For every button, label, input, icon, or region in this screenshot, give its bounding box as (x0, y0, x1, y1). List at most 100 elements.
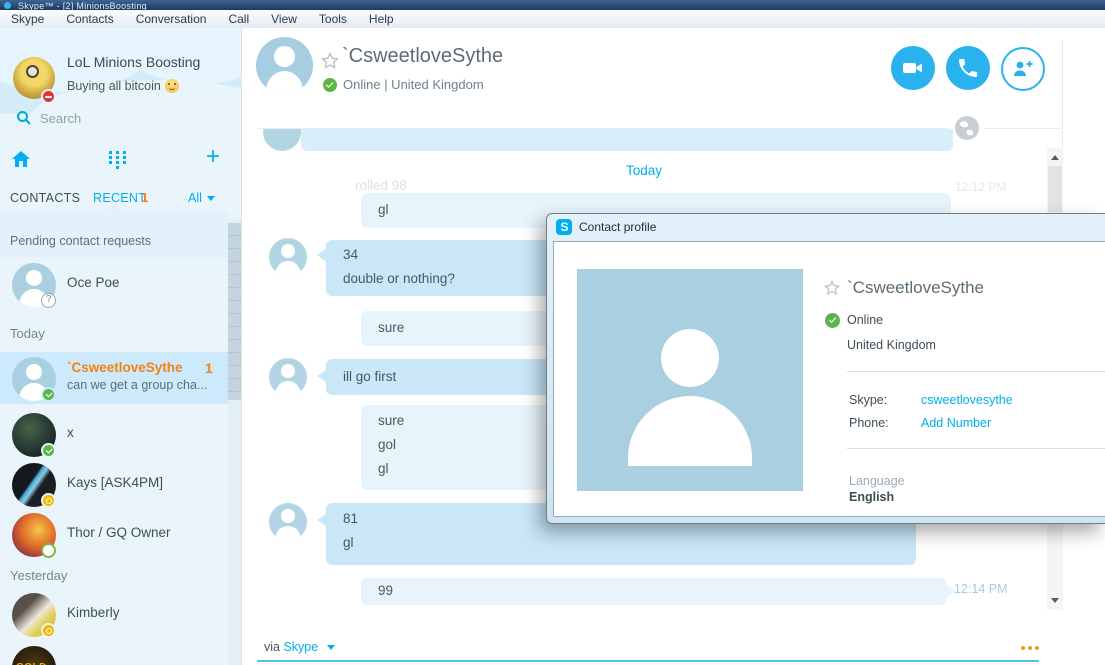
pending-requests-panel[interactable]: Pending contact requests (0, 203, 228, 258)
menu-bar: Skype Contacts Conversation Call View To… (0, 10, 1105, 29)
bubble-tail (317, 513, 327, 527)
add-number-link[interactable]: Add Number (921, 416, 991, 430)
contact-row-oce-poe[interactable]: ? Oce Poe (0, 261, 228, 313)
home-icon[interactable] (11, 150, 31, 168)
offline-status-icon (41, 543, 56, 558)
favorite-star-icon[interactable] (824, 280, 840, 296)
contact-row-kays[interactable]: Kays [ASK4PM] (0, 461, 228, 513)
panel-notch (103, 203, 123, 212)
contact-name: `CsweetloveSythe (67, 360, 183, 375)
menu-contacts[interactable]: Contacts (55, 10, 124, 28)
menu-tools[interactable]: Tools (308, 10, 358, 28)
contact-row-x[interactable]: x (0, 411, 228, 463)
more-options-button[interactable] (1021, 646, 1041, 651)
online-status-icon (41, 443, 56, 458)
chat-contact-avatar[interactable] (256, 37, 313, 94)
contact-name: x (67, 425, 74, 440)
online-status-icon (41, 387, 56, 402)
message-text: gl (343, 535, 354, 550)
faded-timestamp: 12:12 PM (955, 180, 1007, 194)
window-titlebar[interactable]: Skype™ - [2] MinionsBoosting (0, 0, 1105, 10)
scrollbar-thumb[interactable] (228, 223, 241, 400)
contact-row-thor[interactable]: Thor / GQ Owner (0, 511, 228, 563)
message-text: 81 (343, 511, 359, 526)
scrollbar-thumb[interactable] (1048, 166, 1062, 212)
window-title: Skype™ - [2] MinionsBoosting (18, 1, 147, 10)
away-status-icon (41, 493, 56, 508)
message-text: sure (378, 413, 405, 428)
chat-presence-text: Online | United Kingdom (343, 77, 484, 92)
do-not-disturb-badge-icon (41, 89, 56, 104)
online-status-icon (825, 313, 840, 328)
message-text: double or nothing? (343, 271, 455, 286)
video-camera-icon (903, 63, 922, 73)
menu-help[interactable]: Help (358, 10, 405, 28)
profile-presence: Online (847, 313, 884, 327)
contact-name: Oce Poe (67, 275, 120, 290)
message-preview: can we get a group cha... (67, 378, 208, 392)
skype-logo-icon (4, 2, 11, 9)
via-channel-link[interactable]: Skype (283, 640, 318, 654)
footer-divider (257, 660, 1039, 662)
voice-call-button[interactable] (946, 46, 990, 90)
menu-skype[interactable]: Skype (0, 10, 55, 28)
contact-row-gold[interactable]: GOLD (0, 644, 228, 665)
bubble-tail (317, 248, 327, 262)
pending-status-icon: ? (41, 293, 56, 308)
menu-conversation[interactable]: Conversation (125, 10, 218, 28)
message-bubble-partial (301, 129, 953, 151)
tab-contacts[interactable]: CONTACTS (10, 191, 80, 205)
search-field[interactable]: Search (0, 106, 228, 132)
avatar (269, 358, 307, 396)
message-bubble-sent: 99 (361, 578, 956, 605)
contact-profile-window: Contact profile `CsweetloveSythe Online … (546, 213, 1105, 524)
divider (847, 371, 1105, 372)
section-header-today: Today (10, 326, 45, 341)
unread-count-badge: 1 (205, 360, 213, 376)
contact-name: Kays [ASK4PM] (67, 475, 164, 490)
avatar (269, 503, 307, 541)
my-mood-message[interactable]: Buying all bitcoin (67, 79, 179, 93)
profile-location: United Kingdom (847, 338, 936, 352)
message-text: gl (378, 461, 389, 476)
favorite-star-icon[interactable] (321, 52, 339, 70)
message-text: gol (378, 437, 397, 452)
message-text: 99 (378, 583, 394, 598)
contact-row-kimberly[interactable]: Kimberly (0, 591, 228, 643)
search-placeholder: Search (40, 111, 82, 126)
menu-view[interactable]: View (260, 10, 308, 28)
away-status-icon (41, 623, 56, 638)
skype-username-link[interactable]: csweetlovesythe (921, 393, 1013, 407)
popup-titlebar[interactable]: Contact profile (547, 214, 1105, 241)
contact-row-csweetlovesythe[interactable]: `CsweetloveSythe 1 can we get a group ch… (0, 352, 228, 404)
contact-name: Thor / GQ Owner (67, 525, 171, 540)
filter-dropdown[interactable]: All (188, 191, 215, 205)
avatar (269, 238, 307, 276)
add-contact-plus-icon[interactable]: + (206, 145, 220, 169)
message-text: sure (378, 320, 405, 335)
dialpad-icon[interactable] (109, 151, 127, 171)
add-participant-button[interactable] (1001, 47, 1045, 91)
video-call-button[interactable] (891, 46, 935, 90)
via-skype-dropdown[interactable]: via Skype (264, 640, 335, 654)
popup-content: `CsweetloveSythe Online United Kingdom S… (553, 241, 1105, 517)
faded-message: rolled 98 (355, 178, 407, 193)
chat-footer: via Skype (242, 612, 1063, 665)
sidebar-scrollbar[interactable] (228, 218, 241, 665)
search-icon (17, 111, 31, 125)
contact-name: Kimberly (67, 605, 120, 620)
my-profile-name[interactable]: LoL Minions Boosting (67, 54, 200, 70)
online-status-icon (323, 78, 337, 92)
today-divider: Today (625, 163, 663, 178)
popup-title: Contact profile (579, 220, 657, 234)
skype-field-label: Skype: (849, 393, 888, 407)
scroll-up-arrow-icon[interactable] (1051, 155, 1059, 160)
divider (847, 448, 1105, 449)
avatar (263, 129, 301, 151)
phone-icon (959, 59, 978, 77)
phone-field-label: Phone: (849, 416, 889, 430)
menu-call[interactable]: Call (217, 10, 260, 28)
scroll-down-arrow-icon[interactable] (1051, 598, 1059, 603)
chat-contact-name: `CsweetloveSythe (342, 45, 504, 67)
message-text: gl (378, 202, 389, 217)
